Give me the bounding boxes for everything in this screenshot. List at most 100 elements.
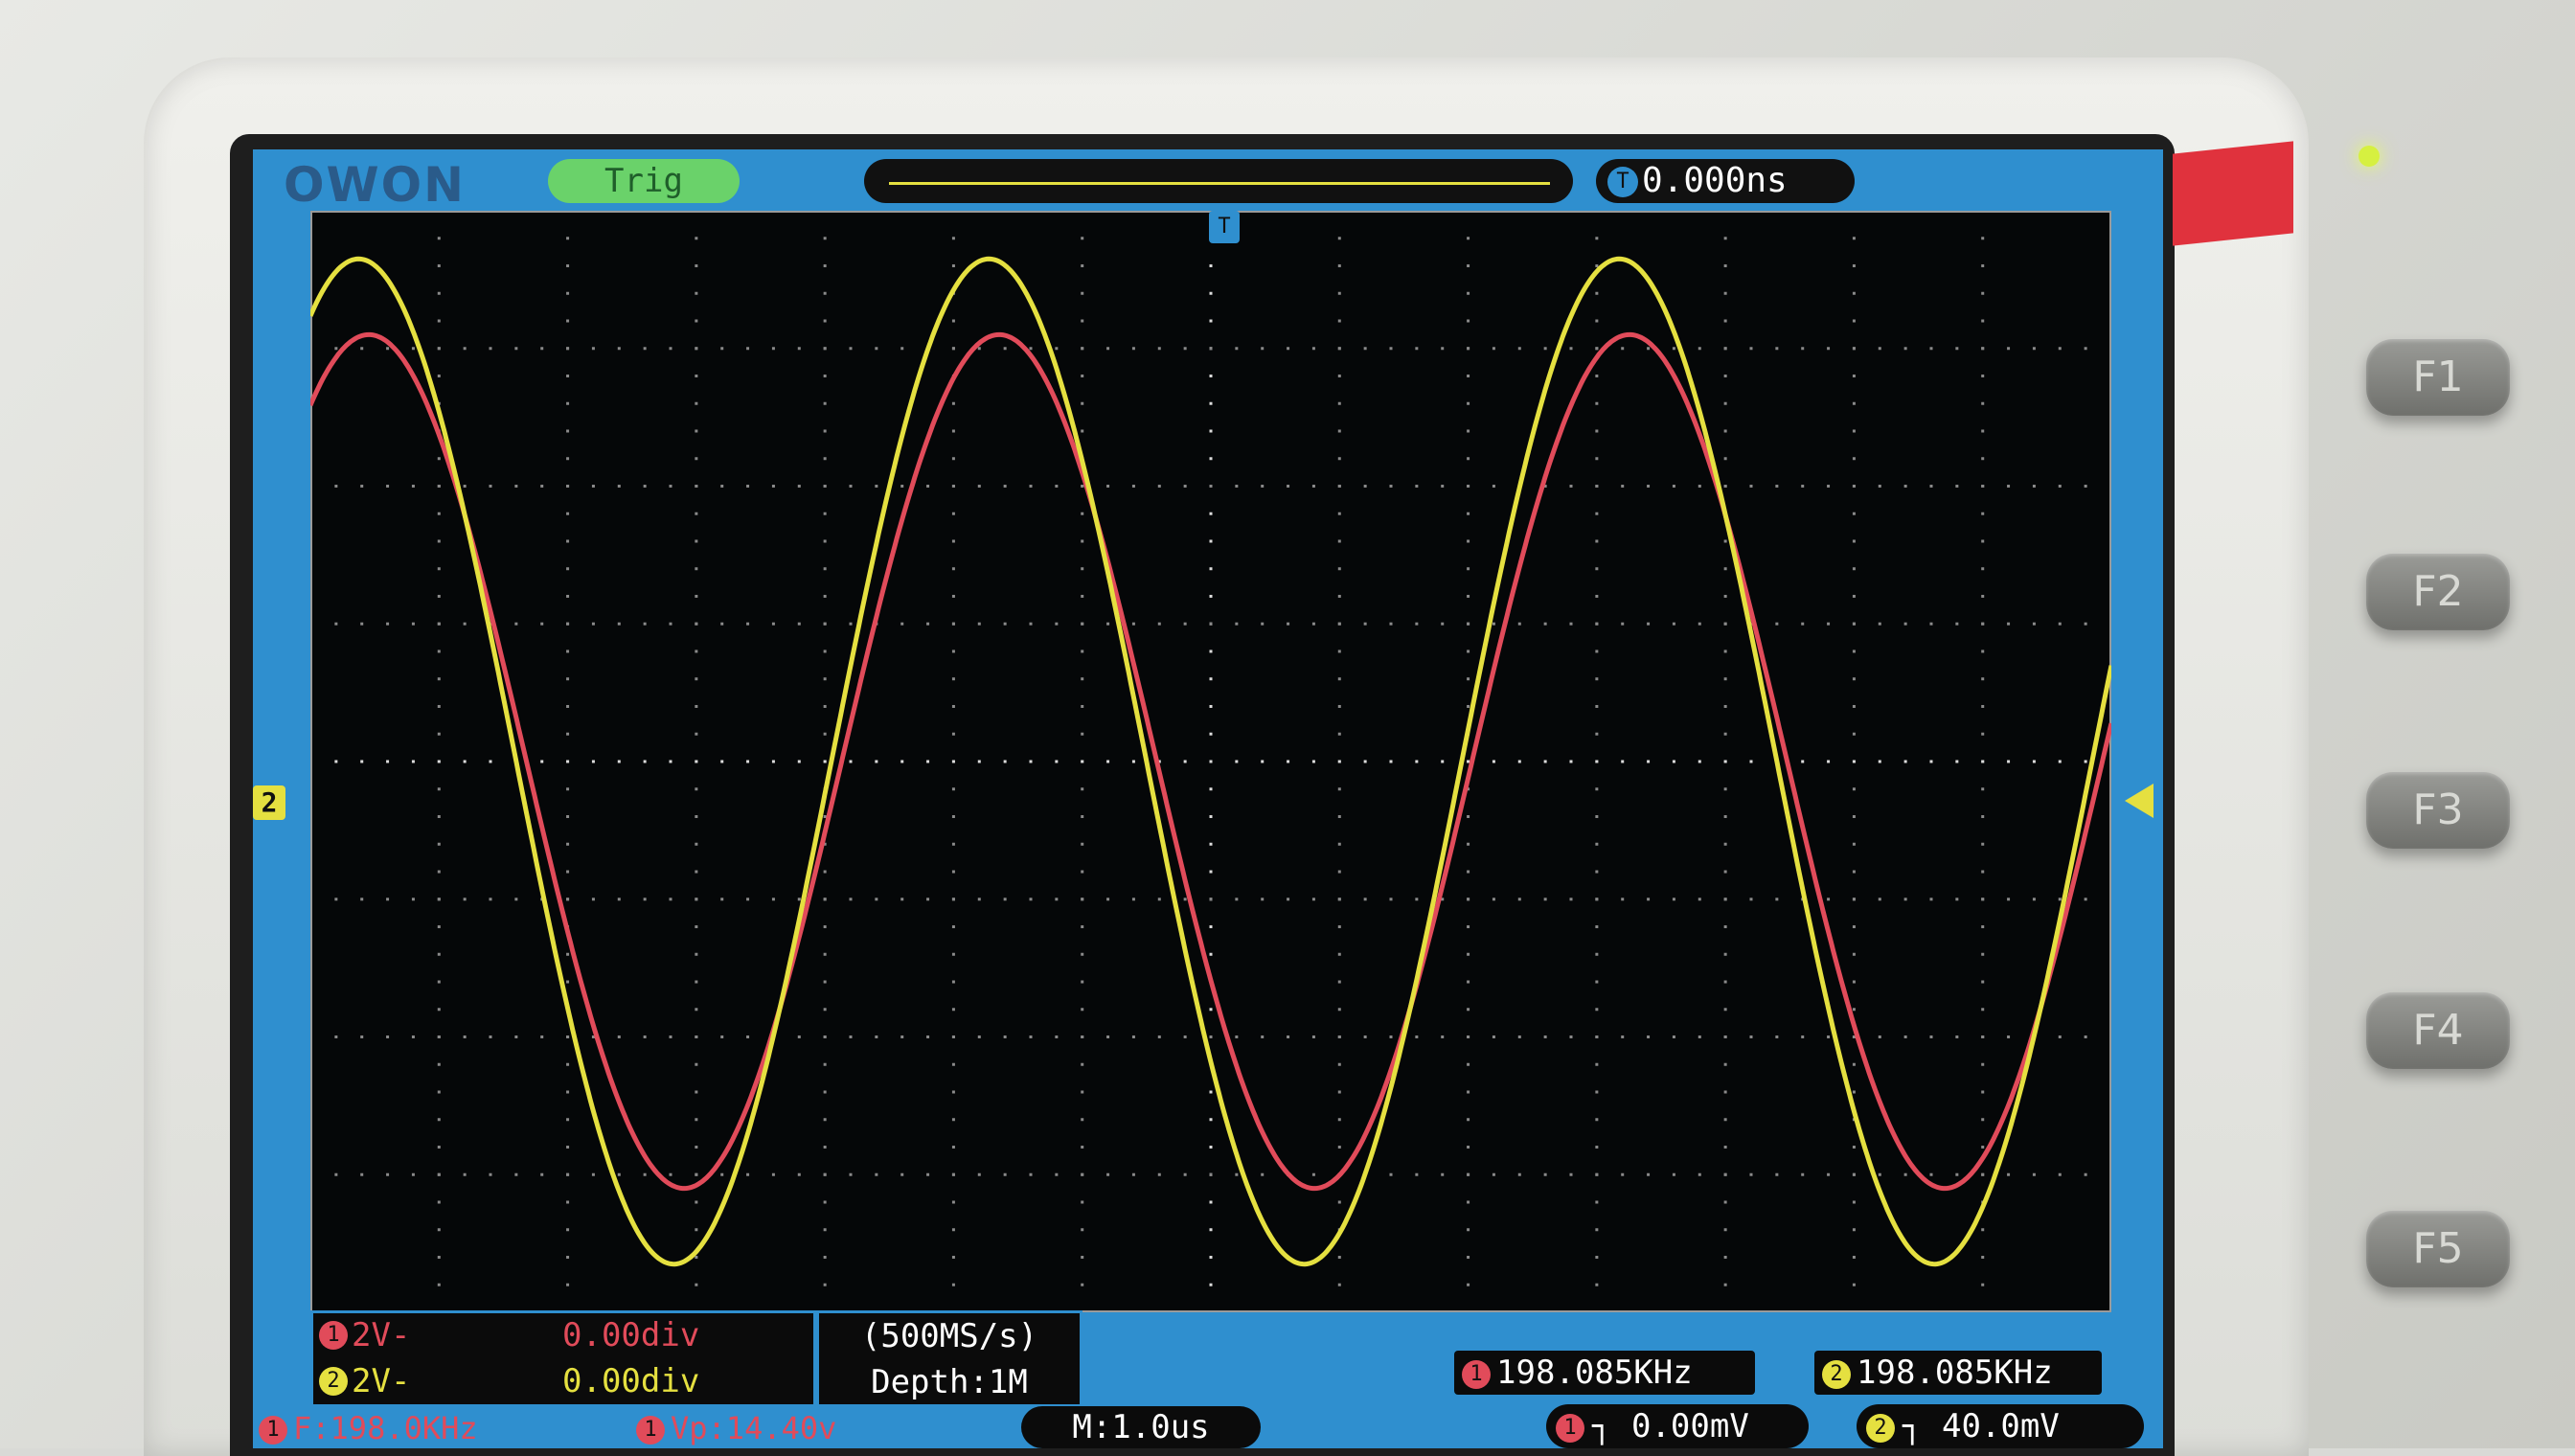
grid-dot bbox=[1981, 485, 1985, 488]
grid-dot bbox=[463, 760, 467, 763]
grid-dot bbox=[1337, 705, 1341, 708]
grid-dot bbox=[823, 980, 827, 984]
grid-dot bbox=[1157, 485, 1161, 488]
grid-dot bbox=[1621, 485, 1625, 488]
grid-dot bbox=[823, 1035, 827, 1038]
grid-dot bbox=[823, 705, 827, 708]
f1-button[interactable]: F1 bbox=[2366, 339, 2510, 416]
grid-dot bbox=[1981, 815, 1985, 818]
grid-dot bbox=[1081, 787, 1084, 791]
grid-dot bbox=[951, 1118, 955, 1122]
grid-dot bbox=[1723, 925, 1727, 928]
grid-dot bbox=[1467, 375, 1470, 377]
grid-dot bbox=[695, 1090, 698, 1094]
grid-dot bbox=[1081, 485, 1084, 488]
grid-dot bbox=[566, 787, 570, 791]
grid-dot bbox=[1467, 485, 1470, 488]
grid-dot bbox=[1981, 375, 1985, 377]
grid-dot bbox=[1029, 347, 1033, 351]
grid-dot bbox=[1337, 980, 1341, 984]
grid-dot bbox=[463, 347, 467, 351]
grid-dot bbox=[1081, 842, 1084, 846]
grid-dot bbox=[1209, 1228, 1213, 1232]
grid-dot bbox=[1569, 898, 1573, 901]
grid-dot bbox=[951, 1146, 955, 1149]
grid-dot bbox=[1698, 898, 1701, 901]
grid-dot bbox=[360, 1172, 364, 1176]
grid-dot bbox=[1723, 1172, 1727, 1176]
grid-dot bbox=[386, 1035, 390, 1038]
grid-dot bbox=[643, 622, 647, 626]
grid-dot bbox=[1311, 347, 1315, 351]
grid-dot bbox=[1672, 485, 1675, 488]
grid-dot bbox=[720, 760, 724, 763]
grid-dot bbox=[1852, 1172, 1856, 1176]
grid-dot bbox=[1647, 622, 1651, 626]
grid-dot bbox=[823, 1090, 827, 1094]
grid-dot bbox=[1672, 1172, 1675, 1176]
grid-dot bbox=[617, 622, 621, 626]
grid-dot bbox=[695, 375, 698, 377]
grid-dot bbox=[951, 264, 955, 267]
grid-dot bbox=[1595, 1283, 1599, 1286]
grid-dot bbox=[977, 622, 981, 626]
grid-dot bbox=[1981, 1172, 1985, 1176]
grid-dot bbox=[1467, 815, 1470, 818]
grid-dot bbox=[334, 898, 338, 901]
grid-dot bbox=[951, 622, 955, 626]
grid-dot bbox=[1209, 622, 1213, 626]
grid-dot bbox=[1852, 898, 1856, 901]
ch1-trigger-readout: 1 ┐ 0.00mV bbox=[1546, 1404, 1809, 1448]
grid-dot bbox=[1415, 1172, 1419, 1176]
grid-dot bbox=[1467, 1035, 1470, 1038]
grid-dot bbox=[1389, 1172, 1393, 1176]
grid-dot bbox=[2058, 622, 2062, 626]
f5-button[interactable]: F5 bbox=[2366, 1211, 2510, 1287]
grid-dot bbox=[1081, 237, 1084, 240]
grid-dot bbox=[1723, 1200, 1727, 1204]
grid-dot bbox=[437, 677, 441, 681]
grid-dot bbox=[1209, 760, 1213, 763]
grid-dot bbox=[617, 347, 621, 351]
grid-dot bbox=[849, 760, 853, 763]
grid-dot bbox=[926, 898, 930, 901]
grid-dot bbox=[1981, 237, 1985, 240]
grid-dot bbox=[1337, 485, 1341, 488]
grid-dot bbox=[1389, 898, 1393, 901]
grid-dot bbox=[1235, 622, 1239, 626]
grid-dot bbox=[566, 347, 570, 351]
grid-dot bbox=[1492, 760, 1495, 763]
grid-dot bbox=[951, 1283, 955, 1286]
grid-dot bbox=[1903, 622, 1907, 626]
grid-dot bbox=[1081, 980, 1084, 984]
grid-dot bbox=[1698, 1035, 1701, 1038]
grid-dot bbox=[951, 1008, 955, 1012]
grid-dot bbox=[1723, 815, 1727, 818]
grid-dot bbox=[411, 1035, 415, 1038]
f3-button[interactable]: F3 bbox=[2366, 772, 2510, 849]
grid-dot bbox=[823, 1283, 827, 1286]
grid-dot bbox=[1878, 898, 1881, 901]
grid-dot bbox=[695, 401, 698, 405]
grid-dot bbox=[1081, 925, 1084, 928]
grid-dot bbox=[1003, 1172, 1007, 1176]
grid-dot bbox=[1055, 760, 1059, 763]
grid-dot bbox=[823, 567, 827, 571]
grid-dot bbox=[1467, 237, 1470, 240]
grid-dot bbox=[1467, 1172, 1470, 1176]
grid-dot bbox=[1081, 952, 1084, 956]
grid-dot bbox=[1852, 401, 1856, 405]
grid-dot bbox=[360, 1035, 364, 1038]
grid-dot bbox=[2084, 622, 2087, 626]
grid-dot bbox=[1595, 1090, 1599, 1094]
grid-dot bbox=[643, 485, 647, 488]
f4-button[interactable]: F4 bbox=[2366, 992, 2510, 1069]
grid-dot bbox=[411, 622, 415, 626]
f2-button[interactable]: F2 bbox=[2366, 554, 2510, 630]
grid-dot bbox=[951, 925, 955, 928]
grid-dot bbox=[1852, 1228, 1856, 1232]
grid-dot bbox=[1337, 1062, 1341, 1066]
grid-dot bbox=[1852, 319, 1856, 323]
grid-dot bbox=[669, 485, 672, 488]
grid-dot bbox=[695, 1256, 698, 1259]
